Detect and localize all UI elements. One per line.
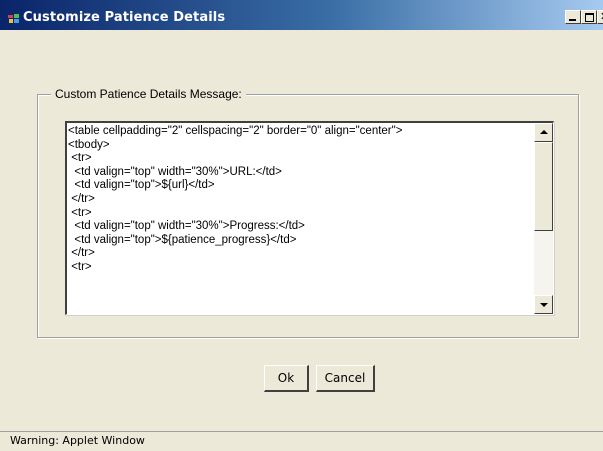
scroll-down-button[interactable] — [534, 295, 553, 314]
status-text: Warning: Applet Window — [10, 434, 145, 447]
close-button[interactable]: ✕ — [597, 10, 603, 24]
title-bar[interactable]: Customize Patience Details ✕ — [0, 0, 603, 30]
textarea-line: <tbody> — [68, 138, 110, 151]
scroll-thumb[interactable] — [534, 142, 553, 231]
textarea-line: </tr> — [68, 247, 95, 260]
textarea-line: </tr> — [68, 192, 95, 205]
textarea-line: <tr> — [68, 152, 92, 165]
message-textarea[interactable]: <table cellpadding="2" cellspacing="2" b… — [65, 121, 554, 315]
textarea-content[interactable]: <table cellpadding="2" cellspacing="2" b… — [68, 125, 534, 313]
status-bar: Warning: Applet Window — [0, 431, 603, 451]
ok-button[interactable]: Ok — [264, 365, 309, 392]
textarea-line: <td valign="top" width="30%">Progress:</… — [68, 220, 305, 233]
dialog-window: Customize Patience Details ✕ Custom Pati… — [0, 0, 603, 451]
maximize-button[interactable] — [581, 10, 597, 24]
groupbox-label: Custom Patience Details Message: — [51, 88, 246, 101]
textarea-line: <tr> — [68, 260, 92, 273]
textarea-line: <td valign="top">${patience_progress}</t… — [68, 233, 297, 246]
cancel-button[interactable]: Cancel — [316, 365, 375, 392]
vertical-scrollbar[interactable] — [534, 123, 553, 314]
scroll-up-button[interactable] — [534, 123, 553, 142]
textarea-line: <tr> — [68, 206, 92, 219]
minimize-button[interactable] — [565, 10, 581, 24]
window-title: Customize Patience Details — [23, 10, 226, 25]
textarea-line: <td valign="top">${url}</td> — [68, 179, 215, 192]
java-app-icon — [8, 13, 20, 23]
textarea-line: <td valign="top" width="30%">URL:</td> — [68, 165, 282, 178]
textarea-line: <table cellpadding="2" cellspacing="2" b… — [68, 125, 403, 137]
scroll-up-arrow-icon — [540, 130, 548, 134]
scroll-down-arrow-icon — [540, 303, 548, 307]
